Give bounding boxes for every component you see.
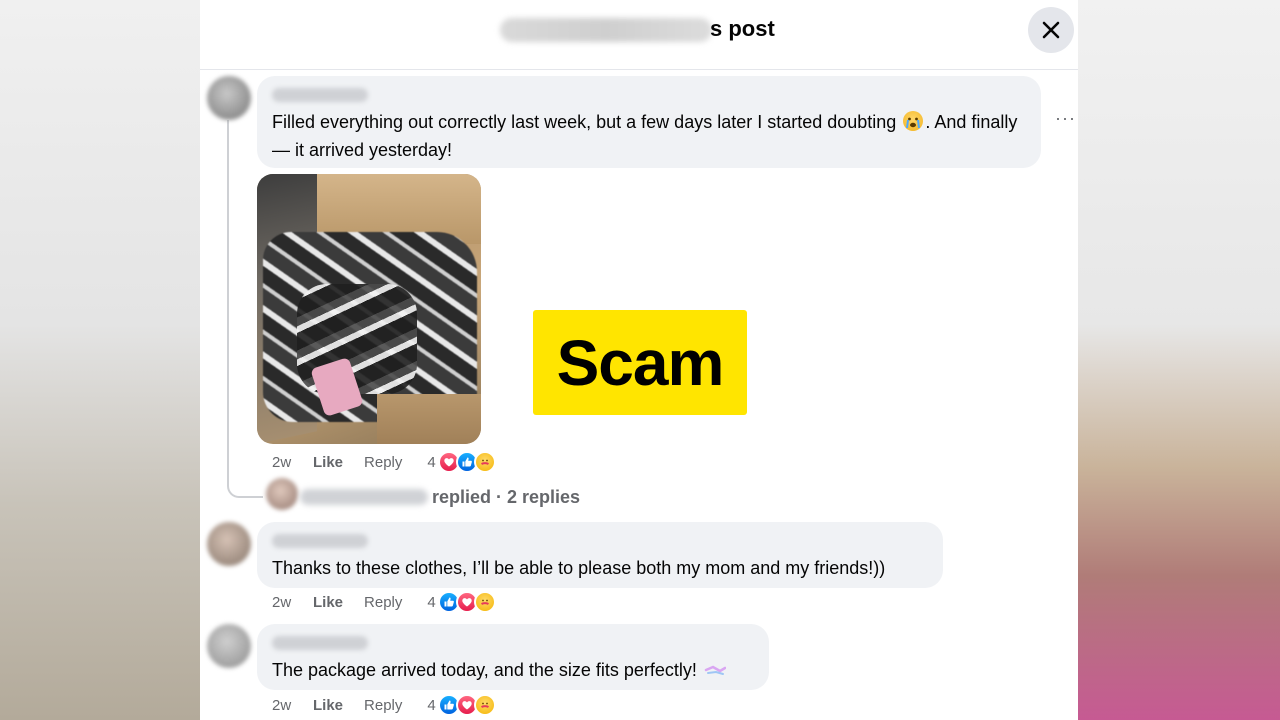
replies-summary[interactable]: replied · 2 replies — [432, 487, 580, 508]
dialog-title: s post — [710, 16, 775, 41]
avatar[interactable] — [207, 76, 251, 120]
comment-timestamp[interactable]: 2w — [272, 454, 296, 471]
blurred-background-right — [1078, 0, 1280, 720]
reply-button[interactable]: Reply — [364, 454, 402, 471]
avatar[interactable] — [207, 624, 251, 668]
like-button[interactable]: Like — [313, 594, 343, 611]
comment-bubble: Thanks to these clothes, I’ll be able to… — [257, 522, 943, 588]
view-replies-link[interactable]: replied · 2 replies — [300, 484, 580, 510]
more-options-button[interactable]: ··· — [1055, 108, 1076, 129]
avatar[interactable] — [207, 522, 251, 566]
care-reaction-icon — [473, 591, 496, 613]
scam-overlay-label: Scam — [533, 310, 747, 415]
comment-text: Filled everything out correctly last wee… — [272, 111, 1018, 160]
reaction-count[interactable]: 4 — [427, 454, 435, 471]
reaction-count[interactable]: 4 — [427, 697, 435, 714]
close-icon — [1042, 21, 1060, 39]
comment-timestamp[interactable]: 2w — [272, 697, 296, 714]
comment-bubble: Filled everything out correctly last wee… — [257, 76, 1041, 168]
blurred-commenter-name[interactable] — [272, 636, 368, 650]
care-reaction-icon — [473, 451, 496, 473]
blurred-background-left — [0, 0, 200, 720]
loudly-crying-face-icon — [903, 111, 924, 131]
comment-photo-clothing-box[interactable] — [257, 174, 481, 444]
reply-button[interactable]: Reply — [364, 697, 402, 714]
comment-timestamp[interactable]: 2w — [272, 594, 296, 611]
reply-button[interactable]: Reply — [364, 594, 402, 611]
reaction-count[interactable]: 4 — [427, 594, 435, 611]
like-button[interactable]: Like — [313, 697, 343, 714]
blurred-replier-name — [300, 489, 428, 505]
dialog-header: s post — [200, 0, 1078, 70]
close-button[interactable] — [1028, 7, 1074, 53]
blurred-commenter-name[interactable] — [272, 88, 368, 102]
reaction-icons[interactable] — [437, 591, 496, 613]
comment-bubble: The package arrived today, and the size … — [257, 624, 769, 690]
comment-text: The package arrived today, and the size … — [272, 660, 728, 680]
post-dialog: s post Filled everything out correctly l… — [200, 0, 1078, 720]
blurred-commenter-name[interactable] — [272, 534, 368, 548]
comment-actions: 2w Like Reply 4 — [272, 590, 496, 614]
reaction-icons[interactable] — [437, 694, 496, 716]
comment-actions: 2w Like Reply 4 — [272, 693, 496, 717]
sparkles-icon — [704, 657, 727, 675]
blurred-author-name — [500, 18, 712, 42]
reaction-icons[interactable] — [437, 451, 496, 473]
reply-avatar[interactable] — [266, 478, 298, 510]
comment-text: Thanks to these clothes, I’ll be able to… — [272, 558, 886, 578]
comment-actions: 2w Like Reply 4 — [272, 450, 496, 474]
care-reaction-icon — [473, 694, 496, 716]
like-button[interactable]: Like — [313, 454, 343, 471]
